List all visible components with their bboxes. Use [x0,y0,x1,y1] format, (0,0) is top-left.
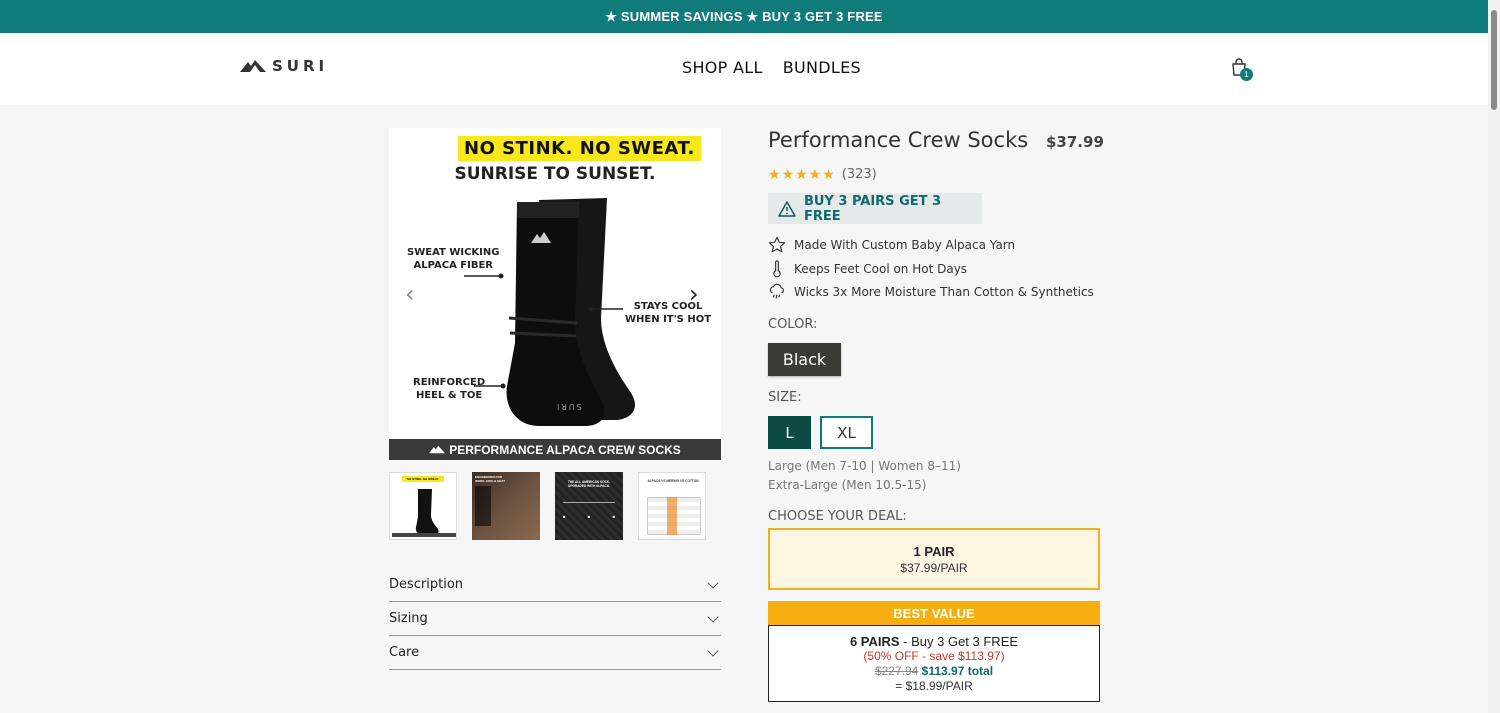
thumbnail-1[interactable]: NO STINK. NO SWEAT. [389,472,457,540]
scrollbar-thumb[interactable] [1491,10,1497,110]
promo-text: ★ SUMMER SAVINGS ★ BUY 3 GET 3 FREE [605,8,883,24]
size-label: SIZE: [768,390,802,405]
cart-button[interactable]: 1 [1229,57,1253,81]
product-price: $37.99 [1046,133,1104,151]
size-option-xl[interactable]: XL [820,416,873,449]
warning-icon [778,200,796,217]
thumbnail-4[interactable]: ALPACA VS MERINO VS COTTON [638,472,706,540]
deal-quantity: 6 PAIRS [849,633,900,649]
deal-quantity: 1 PAIR [913,543,955,559]
accordion-description[interactable]: Description [389,568,721,602]
page-scrollbar[interactable] [1488,0,1500,713]
nav-bundles[interactable]: BUNDLES [783,58,861,77]
hero-footer-banner: PERFORMANCE ALPACA CREW SOCKS [389,439,721,460]
deal-headline: 6 PAIRS - Buy 3 Get 3 FREE [850,634,1018,649]
size-note-large: Large (Men 7-10 | Women 8–11) [768,459,961,473]
rain-cloud-icon [769,283,784,299]
color-label: COLOR: [768,317,818,332]
sock-brand-text: SURI [555,402,582,411]
thermometer-icon [773,260,781,278]
hero-footer-text: PERFORMANCE ALPACA CREW SOCKS [449,442,681,457]
main-nav: SHOP ALL BUNDLES [682,58,861,77]
deal-offer: - Buy 3 Get 3 FREE [899,633,1019,649]
gallery-prev-button[interactable]: ‹ [405,280,415,308]
accordion-label: Description [389,577,464,592]
deal-old-price: $227.94 [874,663,919,678]
deal-per-pair: = $18.99/PAIR [895,678,973,693]
sock-thumbnail-illustration [392,489,456,537]
thumbnail-3-caption: THE ALL AMERICAN SOCK, UPGRADED WITH ALP… [567,480,611,488]
size-note-extra-large: Extra-Large (Men 10.5-15) [768,478,927,492]
feature-text: Made With Custom Baby Alpaca Yarn [794,238,1016,252]
deal-badge-text: BUY 3 PAIRS GET 3 FREE [803,193,942,224]
feature-item: Made With Custom Baby Alpaca Yarn [768,236,1015,254]
deal-new-price: $113.97 total [921,663,994,678]
callout-sweat-wicking: SWEAT WICKING ALPACA FIBER [407,247,500,271]
thumbnail-3[interactable]: THE ALL AMERICAN SOCK, UPGRADED WITH ALP… [555,472,623,540]
thumbnail-strip: NO STINK. NO SWEAT. ENGINEERED FOR WORK,… [389,472,706,540]
feature-text: Keeps Feet Cool on Hot Days [794,262,968,276]
chevron-down-icon [707,610,719,623]
deal-price: $37.99/PAIR [900,560,968,575]
callout-reinforced: REINFORCED HEEL & TOE [413,377,486,401]
feature-text: Wicks 3x More Moisture Than Cotton & Syn… [794,285,1094,299]
accordion-label: Care [389,645,420,660]
cart-count-badge: 1 [1240,68,1253,81]
accordion-label: Sizing [389,611,428,626]
thumbnail-2-caption: ENGINEERED FOR WORK, HIKE & HEAT [475,475,506,483]
chevron-down-icon [707,576,719,589]
product-hero-image[interactable]: NO STINK. NO SWEAT. SUNRISE TO SUNSET. S… [389,128,721,460]
accordion-care[interactable]: Care [389,636,721,670]
deal-prices: $227.94 $113.97 total [875,664,993,679]
logo-text: SURI [272,57,329,75]
thumbnail-2[interactable]: ENGINEERED FOR WORK, HIKE & HEAT [472,472,540,540]
deal-discount: (50% OFF - save $113.97) [863,648,1005,663]
site-logo[interactable]: SURI [240,57,328,75]
mountain-logo-icon [240,60,266,72]
best-value-banner: BEST VALUE [768,601,1100,625]
nav-shop-all[interactable]: SHOP ALL [682,58,763,77]
deal-option-6-pairs[interactable]: 6 PAIRS - Buy 3 Get 3 FREE (50% OFF - sa… [768,625,1100,702]
size-option-l[interactable]: L [768,416,811,449]
promo-bar: ★ SUMMER SAVINGS ★ BUY 3 GET 3 FREE [0,0,1488,33]
rating-stars[interactable]: ★★★★★ (323) [768,166,877,183]
color-option-black[interactable]: Black [768,343,841,376]
review-count[interactable]: (323) [842,167,877,182]
product-title: Performance Crew Socks [768,128,1029,152]
deal-badge: BUY 3 PAIRS GET 3 FREE [768,193,982,224]
deal-option-1-pair[interactable]: 1 PAIR $37.99/PAIR [768,528,1100,590]
feature-item: Wicks 3x More Moisture Than Cotton & Syn… [768,283,1094,301]
feature-item: Keeps Feet Cool on Hot Days [768,260,967,278]
chevron-down-icon [707,644,719,657]
star-icon [768,236,786,253]
gallery-next-button[interactable]: › [689,280,699,308]
mountain-logo-icon [429,445,446,454]
deal-label: CHOOSE YOUR DEAL: [768,509,907,524]
site-header: SURI SHOP ALL BUNDLES 1 [0,33,1488,105]
star-icons: ★★★★★ [768,166,836,182]
accordion-sizing[interactable]: Sizing [389,602,721,636]
thumbnail-4-caption: ALPACA VS MERINO VS COTTON [647,479,699,483]
